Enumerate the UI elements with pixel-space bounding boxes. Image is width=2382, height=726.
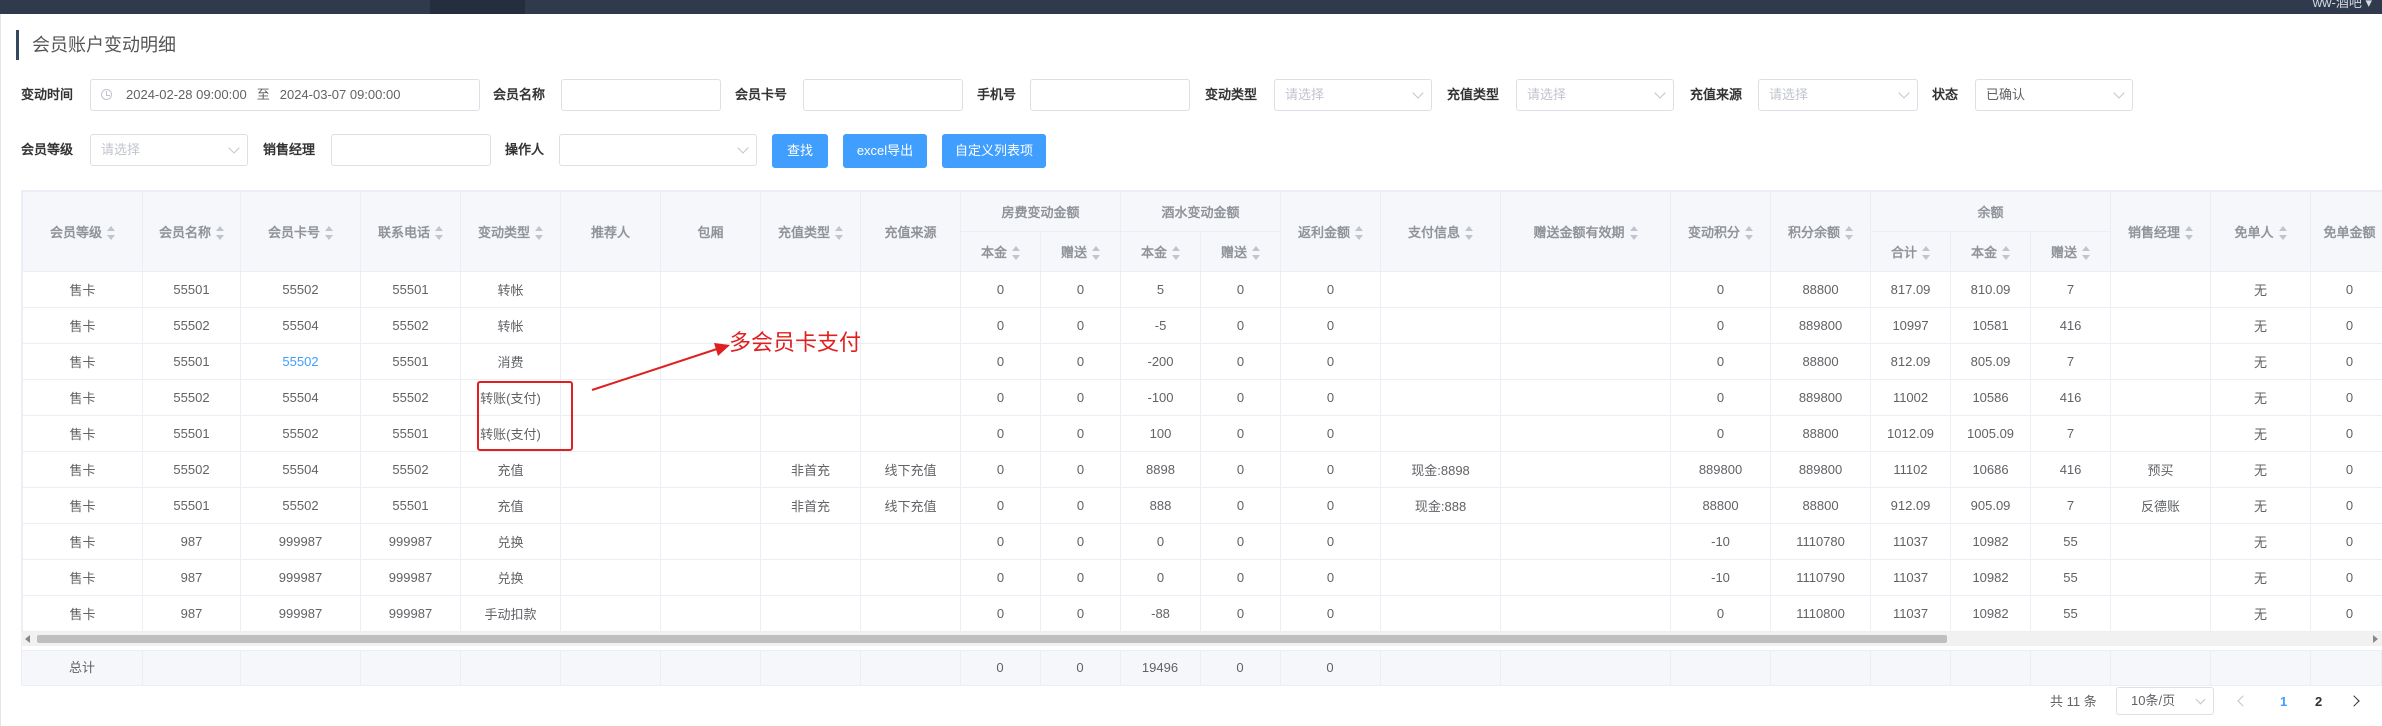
page-size-select[interactable]: 10条/页 [2116,687,2214,715]
annotation-arrow [591,343,730,391]
chevron-down-icon [2195,694,2206,705]
pagination-total: 共 11 条 [2050,694,2097,709]
page-size-value: 10条/页 [2131,693,2176,708]
page-number-1[interactable]: 1 [2280,687,2287,717]
page-number-2[interactable]: 2 [2315,687,2322,717]
annotation-label: 多会员卡支付 [729,330,862,355]
